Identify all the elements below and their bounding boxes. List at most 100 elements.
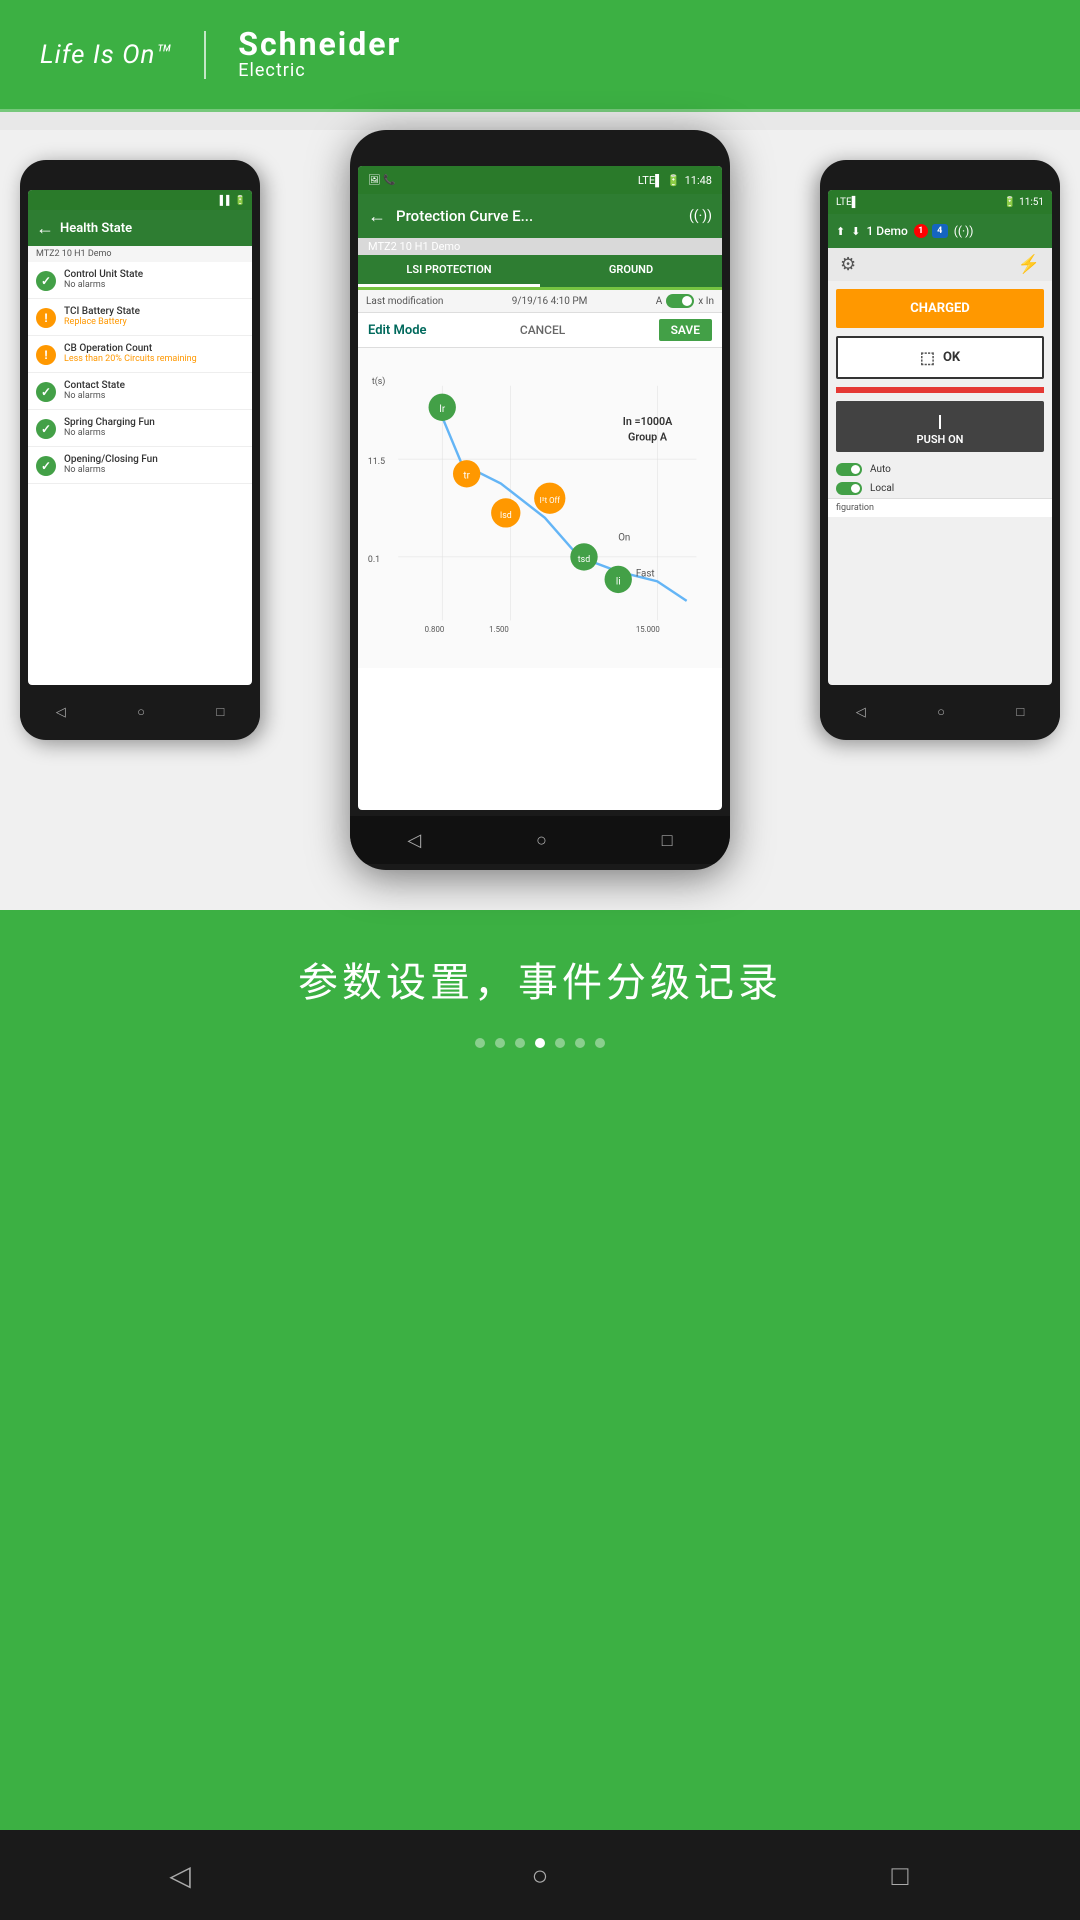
edit-mode-bar: Edit Mode CANCEL SAVE [358,313,722,348]
right-nav-recent[interactable]: □ [1016,704,1024,720]
item-title-4: Contact State [64,380,244,391]
item-status-3: Less than 20% Circuits remaining [64,354,244,364]
last-mod-date: 9/19/16 4:10 PM [512,296,588,307]
check-icon-4: ✓ [36,456,56,476]
center-back-btn[interactable]: ← [368,206,386,227]
badge-blue: 4 [932,224,948,238]
right-title: 1 Demo [866,224,907,238]
right-nav-back[interactable]: ◁ [856,705,866,720]
check-icon-1: ✓ [36,271,56,291]
dot-1[interactable] [475,1038,485,1048]
center-nav-home[interactable]: ○ [536,830,547,851]
local-toggle-thumb [851,484,860,493]
health-item-text-5: Spring Charging Fun No alarms [64,417,244,438]
chart-y-value-2: 0.1 [368,555,380,565]
health-title: Health State [60,221,132,236]
phones-area: ▌▌ 🔋 ← Health State MTZ2 10 H1 Demo ✓ Co… [0,130,1080,910]
toggle-thumb [682,296,692,306]
white-band [0,112,1080,130]
center-nav-bar: ◁ ○ □ [350,816,730,864]
push-on-button[interactable]: PUSH ON [836,401,1044,452]
left-nav-home[interactable]: ○ [137,704,145,720]
dot-7[interactable] [595,1038,605,1048]
toggle-track[interactable] [666,294,694,308]
chart-annotation-line2: Group A [628,431,668,444]
ok-button[interactable]: ⬚ OK [836,336,1044,379]
dot-5[interactable] [555,1038,565,1048]
left-nav-bar: ◁ ○ □ [20,692,260,732]
dot-3[interactable] [515,1038,525,1048]
health-item-opening: ✓ Opening/Closing Fun No alarms [28,447,252,484]
local-toggle-switch[interactable] [836,482,862,495]
last-mod-label: Last modification [366,296,443,307]
tab-lsi-protection[interactable]: LSI PROTECTION [358,255,540,287]
left-nav-back[interactable]: ◁ [56,705,66,720]
left-back-arrow[interactable]: ← [36,218,54,239]
right-status-bar: LTE▌ 🔋 11:51 [828,190,1052,214]
auto-toggle[interactable]: A x In [656,294,714,308]
bottom-nav [0,1830,1080,1920]
chart-annotation-line1: In =1000A [623,415,673,428]
center-nav-recent[interactable]: □ [662,830,673,851]
right-time: 11:51 [1019,197,1044,208]
health-item-tci: ! TCI Battery State Replace Battery [28,299,252,336]
auto-toggle-switch[interactable] [836,463,862,476]
auto-toggle-thumb [851,465,860,474]
dots-row [475,1038,605,1048]
right-bluetooth-icon: ((·)) [954,224,974,238]
tab-ground[interactable]: GROUND [540,255,722,287]
dot-4-active[interactable] [535,1038,545,1048]
health-item-text-3: CB Operation Count Less than 20% Circuit… [64,343,244,364]
warn-icon-2: ! [36,345,56,365]
right-battery: 🔋 [1004,197,1016,208]
tsd-label: tsd [578,555,590,565]
center-status-left: 🖼 📞 [368,175,396,186]
health-screen: ▌▌ 🔋 ← Health State MTZ2 10 H1 Demo ✓ Co… [28,190,252,685]
phone-left: ▌▌ 🔋 ← Health State MTZ2 10 H1 Demo ✓ Co… [20,160,260,740]
ok-icon: ⬚ [920,348,935,367]
item-status-4: No alarms [64,391,244,401]
schneider-logo: Schneider Electric [238,28,401,81]
health-item-text-4: Contact State No alarms [64,380,244,401]
chart-x-label-1: 0.800 [425,625,445,634]
charged-button[interactable]: CHARGED [836,289,1044,328]
right-bluetooth2-icon[interactable]: ⚡ [1018,254,1040,275]
green-bottom: 参数设置，事件分级记录 [0,910,1080,1108]
dot-6[interactable] [575,1038,585,1048]
cancel-button[interactable]: CANCEL [520,323,565,337]
green-spacer [0,1108,1080,1628]
protection-curve-chart: t(s) 11.5 0.1 Ir tr [364,354,716,662]
bluetooth-icon: ((·)) [689,208,712,224]
warn-icon-1: ! [36,308,56,328]
dot-2[interactable] [495,1038,505,1048]
check-icon-2: ✓ [36,382,56,402]
center-time: 11:48 [685,174,712,187]
item-status-5: No alarms [64,428,244,438]
center-tabs: LSI PROTECTION GROUND [358,255,722,290]
left-status-icons: ▌▌ 🔋 [220,195,246,206]
header: Life Is On™ Schneider Electric [0,0,1080,112]
chart-x-label-3: 15.000 [636,625,660,634]
health-item-spring: ✓ Spring Charging Fun No alarms [28,410,252,447]
center-signal-icon: 🖼 📞 [368,175,396,186]
health-subtitle: MTZ2 10 H1 Demo [28,246,252,262]
edit-mode-label: Edit Mode [368,323,427,338]
bottom-nav-home[interactable] [510,1845,570,1905]
i2t-label: I²t Off [540,496,561,505]
item-title-3: CB Operation Count [64,343,244,354]
right-screen-content: LTE▌ 🔋 11:51 ⬆ ⬇ 1 Demo 1 4 ((·)) [828,190,1052,685]
center-status-bar: 🖼 📞 LTE▌ 🔋 11:48 [358,166,722,194]
left-nav-recent[interactable]: □ [216,704,224,720]
right-nav-home[interactable]: ○ [937,704,945,720]
right-settings-icon[interactable]: ⚙ [840,254,856,275]
save-button[interactable]: SAVE [659,319,712,341]
center-nav-back[interactable]: ◁ [407,830,421,851]
bottom-nav-recent[interactable] [870,1845,930,1905]
right-icon2: ⬇ [851,225,860,238]
left-phone-screen: ▌▌ 🔋 ← Health State MTZ2 10 H1 Demo ✓ Co… [28,190,252,685]
bottom-nav-back[interactable] [150,1845,210,1905]
auto-toggle-row: Auto [828,460,1052,479]
center-signal: LTE▌ [638,174,663,187]
phone-right: LTE▌ 🔋 11:51 ⬆ ⬇ 1 Demo 1 4 ((·)) [820,160,1060,740]
logo: Life Is On™ Schneider Electric [40,28,401,81]
